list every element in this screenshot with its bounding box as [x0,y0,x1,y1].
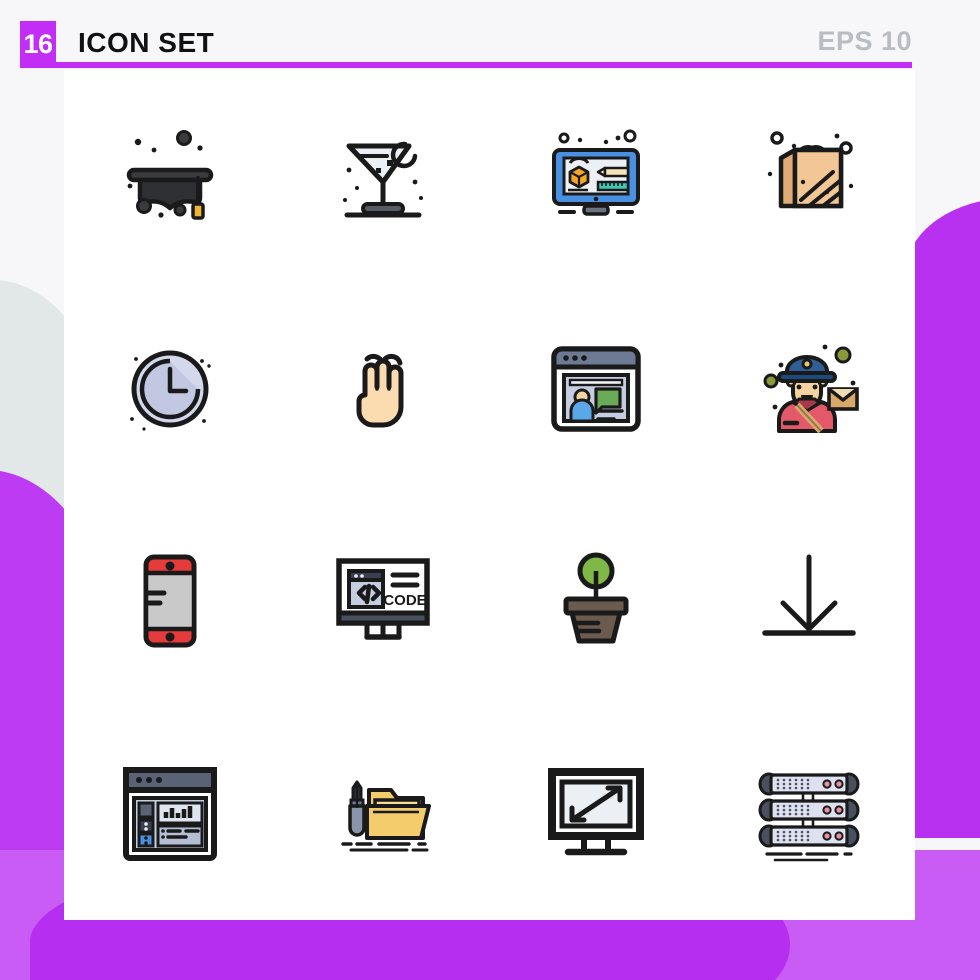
icon-cell-screen-size[interactable] [490,708,703,921]
icon-cell-user-chat-browser[interactable] [490,283,703,496]
icon-cell-dashboard-browser[interactable] [64,708,277,921]
format-label: EPS 10 [817,26,912,56]
icon-cell-clock[interactable] [64,283,277,496]
two-finger-gesture-icon [356,353,404,428]
clock-icon [130,350,212,431]
icon-cell-potted-plant[interactable] [490,495,703,708]
design-monitor-icon [551,129,640,216]
graduation-cap-icon [127,130,214,220]
icon-set-canvas: 16 ICON SET EPS 10 CODE [0,0,980,980]
icon-cell-smartphone[interactable] [64,495,277,708]
header-divider [20,62,912,68]
icon-cell-postman[interactable] [702,283,915,496]
shopping-bag-icon [767,131,853,209]
user-chat-browser-icon [551,346,641,432]
potted-plant-icon [563,552,629,644]
icon-cell-download-arrow[interactable] [702,495,915,708]
icon-cell-server-rack[interactable] [702,708,915,921]
icon-count-badge: 16 [20,21,56,67]
page-title: ICON SET [78,27,215,58]
icon-cell-graduation-cap[interactable] [64,70,277,283]
background-blob-purple-right [905,198,980,838]
code-monitor-icon: CODE [336,558,430,640]
cocktail-glass-icon [343,141,424,218]
icon-cell-cocktail-glass[interactable] [277,70,490,283]
icon-cell-two-finger-gesture[interactable] [277,283,490,496]
header-bar: 16 ICON SET EPS 10 [0,0,980,70]
screen-size-icon [547,767,644,855]
postman-icon [763,344,859,434]
download-arrow-icon [761,554,856,636]
folder-screwdriver-icon [341,780,432,852]
icon-cell-shopping-bag[interactable] [702,70,915,283]
server-rack-icon [758,772,860,862]
icon-cell-code-monitor[interactable]: CODE [277,495,490,708]
icon-grid: CODE [64,70,915,920]
smartphone-icon [143,554,197,648]
icon-cell-design-monitor[interactable] [490,70,703,283]
dashboard-browser-icon [123,766,218,861]
code-monitor-screen-text: CODE [383,592,426,609]
icon-cell-folder-screwdriver[interactable] [277,708,490,921]
